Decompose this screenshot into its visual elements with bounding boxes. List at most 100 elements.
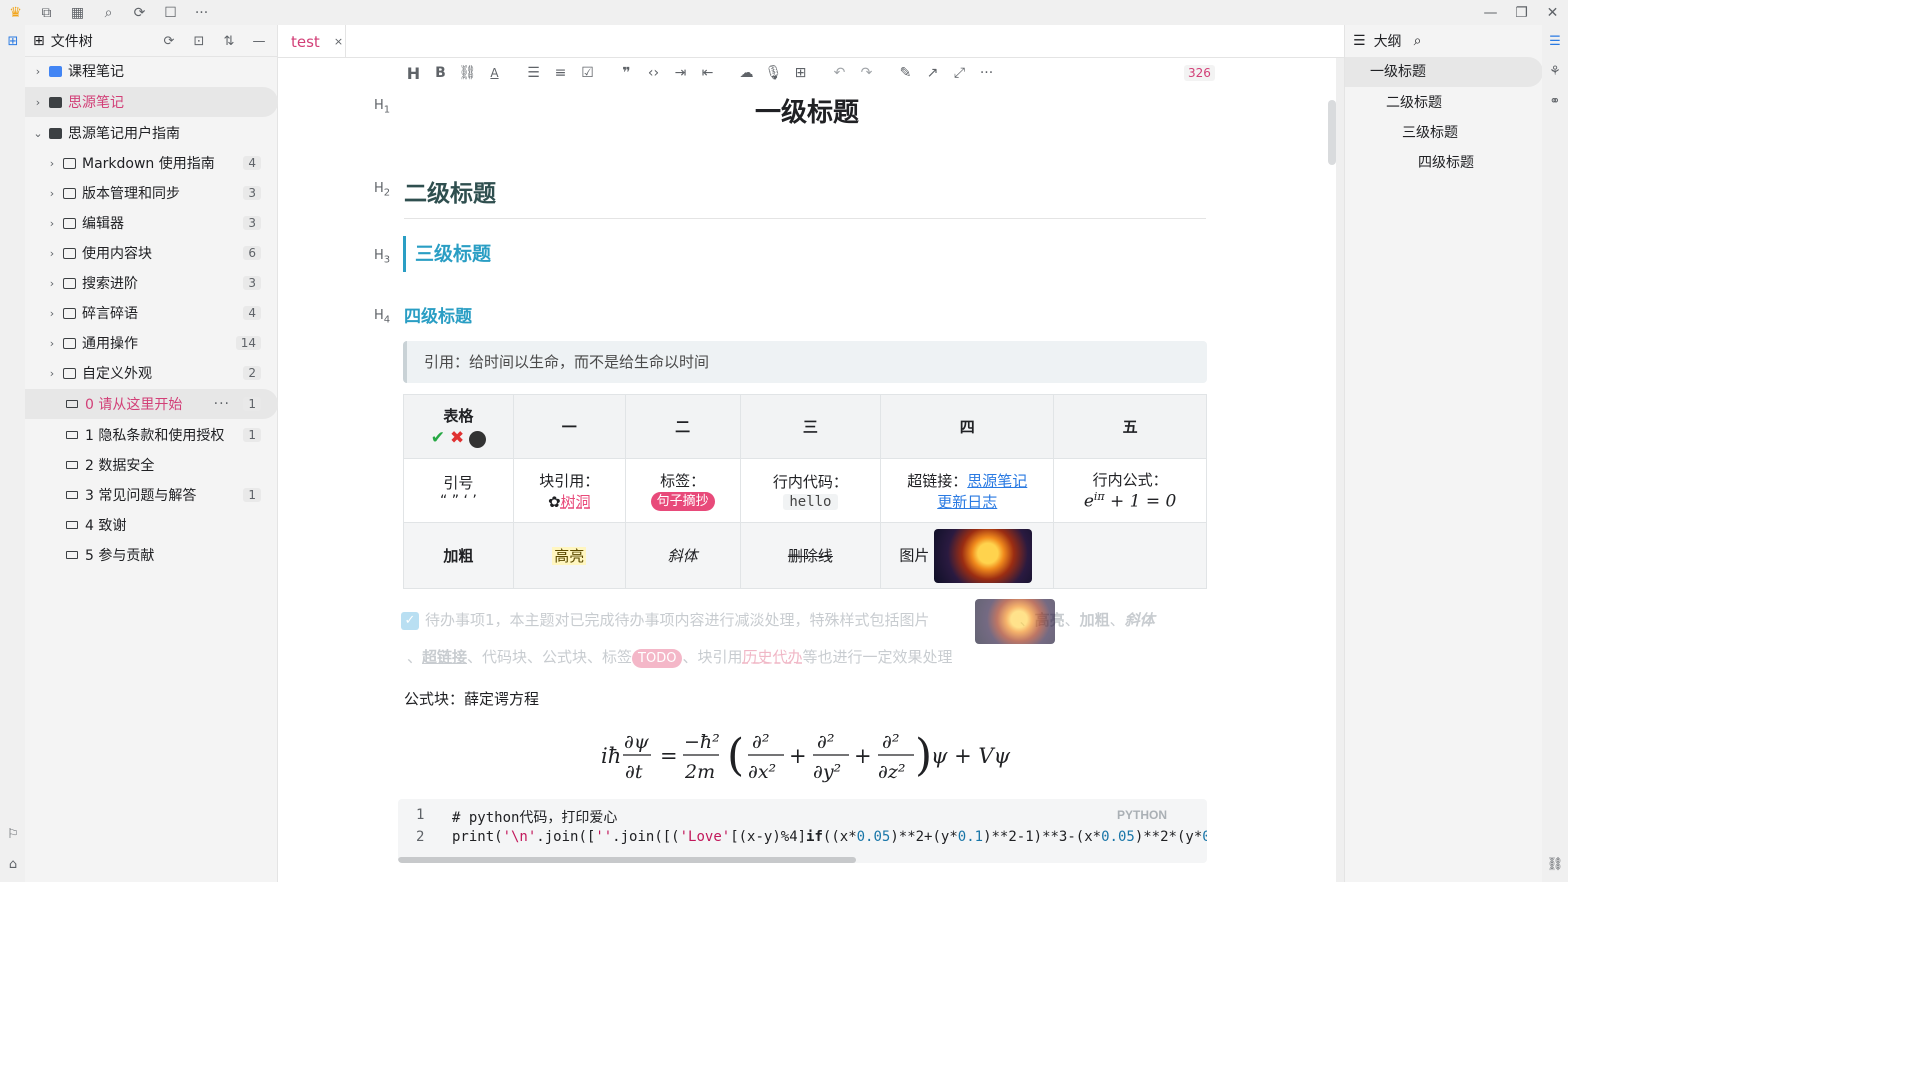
doc-row[interactable]: 1 隐私条款和使用授权 1 [25,420,278,450]
table-cell[interactable]: 行内公式： eiπ + 1 = 0 [1053,458,1207,523]
folder-row[interactable]: › 编辑器 3 [25,208,278,238]
table-header-cell[interactable]: 表格 ✔ ✖ [403,394,514,459]
bold-icon[interactable]: B [427,62,454,84]
focus-icon[interactable]: ⊡ [189,31,209,51]
redo-icon[interactable]: ↷ [853,62,880,84]
microphone-icon[interactable]: 🎙 [760,62,787,84]
file-tree-dock-icon[interactable]: ⊞ [4,32,22,50]
notebook-row[interactable]: › 课程笔记 [25,56,278,86]
refresh-icon[interactable]: ⟳ [159,31,179,51]
outline-item[interactable]: 一级标题 [1345,57,1543,87]
more-icon[interactable]: ··· [186,0,217,25]
more-icon[interactable]: ··· [973,62,1000,84]
tag-icon[interactable]: ⌂ [4,855,22,873]
font-color-icon[interactable]: A [481,62,508,84]
todo-block-reference[interactable]: 历史代办 [742,648,802,666]
table-header-cell[interactable]: 四 [880,394,1055,459]
table-cell[interactable]: 行内代码： hello [739,458,882,523]
word-count-badge[interactable]: 326 [1184,65,1215,81]
crown-icon[interactable]: ♛ [0,0,31,25]
export-icon[interactable]: ↗ [919,62,946,84]
chevron-right-icon[interactable]: › [31,96,45,109]
panel-icon[interactable]: ☐ [155,0,186,25]
indent-icon[interactable]: ⇥ [667,62,694,84]
table-header-cell[interactable]: 一 [512,394,626,459]
doc-row[interactable]: 5 参与贡献 [25,540,278,570]
check-list-icon[interactable]: ☑ [574,62,601,84]
table-header-cell[interactable]: 三 [739,394,882,459]
code-block[interactable]: PYTHON 1 2 # python代码，打印爱心 print('\n'.jo… [398,799,1207,863]
heading-3[interactable]: 三级标题 [403,236,491,272]
global-graph-icon[interactable]: ⚭ [1546,92,1564,110]
table-cell[interactable]: 块引用： ✿树洞 [512,458,626,523]
notebook-row[interactable]: › 思源笔记 [25,87,278,117]
bullet-list-icon[interactable]: ☰ [520,62,547,84]
chevron-right-icon[interactable]: › [31,65,45,78]
table-cell[interactable]: 斜体 [624,522,741,589]
folder-row[interactable]: › 使用内容块 6 [25,238,278,268]
moon-image[interactable] [934,528,1033,583]
code-language-label[interactable]: PYTHON [1117,808,1167,822]
chevron-right-icon[interactable]: › [45,157,59,170]
chevron-right-icon[interactable]: › [45,367,59,380]
todo-moon-image[interactable] [975,599,1055,644]
fullscreen-icon[interactable]: ⤢ [946,62,973,84]
editor-scrollbar-thumb[interactable] [1328,100,1336,165]
folder-row[interactable]: › 版本管理和同步 3 [25,178,278,208]
outdent-icon[interactable]: ⇤ [694,62,721,84]
chevron-down-icon[interactable]: ⌄ [31,127,45,140]
backlink-icon[interactable]: ⛓ [1546,855,1564,873]
heading-icon[interactable]: H [400,62,427,84]
notebook-row[interactable]: ⌄ 思源笔记用户指南 [25,118,278,148]
table-header-cell[interactable]: 二 [624,394,741,459]
copy-icon[interactable]: ⧉ [31,0,62,25]
blockquote[interactable]: 引用：给时间以生命，而不是给生命以时间 [403,341,1207,383]
doc-row[interactable]: 3 常见问题与解答 1 [25,480,278,510]
outline-item[interactable]: 四级标题 [1418,148,1474,178]
minimize-icon[interactable]: — [1475,0,1506,25]
table-header-cell[interactable]: 五 [1053,394,1207,459]
table-cell[interactable]: 超链接：思源笔记 更新日志 [880,458,1055,523]
chevron-right-icon[interactable]: › [45,187,59,200]
chevron-right-icon[interactable]: › [45,337,59,350]
sort-icon[interactable]: ⇅ [219,31,239,51]
todo-tag[interactable]: TODO [632,649,683,668]
tab-test[interactable]: test × [278,25,346,58]
restore-icon[interactable]: ❐ [1506,0,1537,25]
doc-row[interactable]: 2 数据安全 [25,450,278,480]
table-cell[interactable]: 引号 “ ” ‘ ’ [403,458,514,523]
search-icon[interactable]: ⌕ [1414,33,1422,49]
code-horizontal-scrollbar[interactable] [398,857,856,863]
folder-row[interactable]: › 搜索进阶 3 [25,268,278,298]
table-cell[interactable] [1053,522,1207,589]
todo-link[interactable]: 超链接 [422,648,467,666]
quote-icon[interactable]: ❞ [613,62,640,84]
tag-badge[interactable]: 句子摘抄 [650,492,715,511]
bookmark-icon[interactable]: ⚐ [4,825,22,843]
search-icon[interactable]: ⌕ [93,0,124,25]
hyperlink[interactable]: 更新日志 [937,493,997,511]
chevron-right-icon[interactable]: › [45,247,59,260]
upload-icon[interactable]: ☁ [733,62,760,84]
todo-item[interactable]: ✓待办事项1，本主题对已完成待办事项内容进行减淡处理，特殊样式包括图片、高亮、加… [401,602,1207,676]
folder-row[interactable]: › 自定义外观 2 [25,358,278,388]
calendar-icon[interactable]: ▦ [62,0,93,25]
folder-row[interactable]: › Markdown 使用指南 4 [25,148,278,178]
doc-row[interactable]: 0 请从这里开始 ··· 1 [25,389,278,419]
table-icon[interactable]: ⊞ [787,62,814,84]
code-icon[interactable]: ‹› [640,62,667,84]
block-reference[interactable]: 树洞 [561,493,591,511]
ordered-list-icon[interactable]: ≡ [547,62,574,84]
outline-item[interactable]: 三级标题 [1402,118,1458,148]
chevron-right-icon[interactable]: › [45,307,59,320]
close-icon[interactable]: ✕ [1537,0,1568,25]
link-icon[interactable]: ⛓ [454,62,481,84]
outline-item[interactable]: 二级标题 [1386,88,1442,118]
table-cell[interactable]: 图片 [880,522,1055,589]
checkbox-checked-icon[interactable]: ✓ [401,611,419,630]
graph-icon[interactable]: ⚘ [1546,62,1564,80]
tab-close-icon[interactable]: × [334,35,343,48]
heading-2[interactable]: 二级标题 [404,174,1206,219]
table-cell[interactable]: 标签： 句子摘抄 [624,458,741,523]
inline-math[interactable]: eiπ + 1 = 0 [1054,490,1206,512]
